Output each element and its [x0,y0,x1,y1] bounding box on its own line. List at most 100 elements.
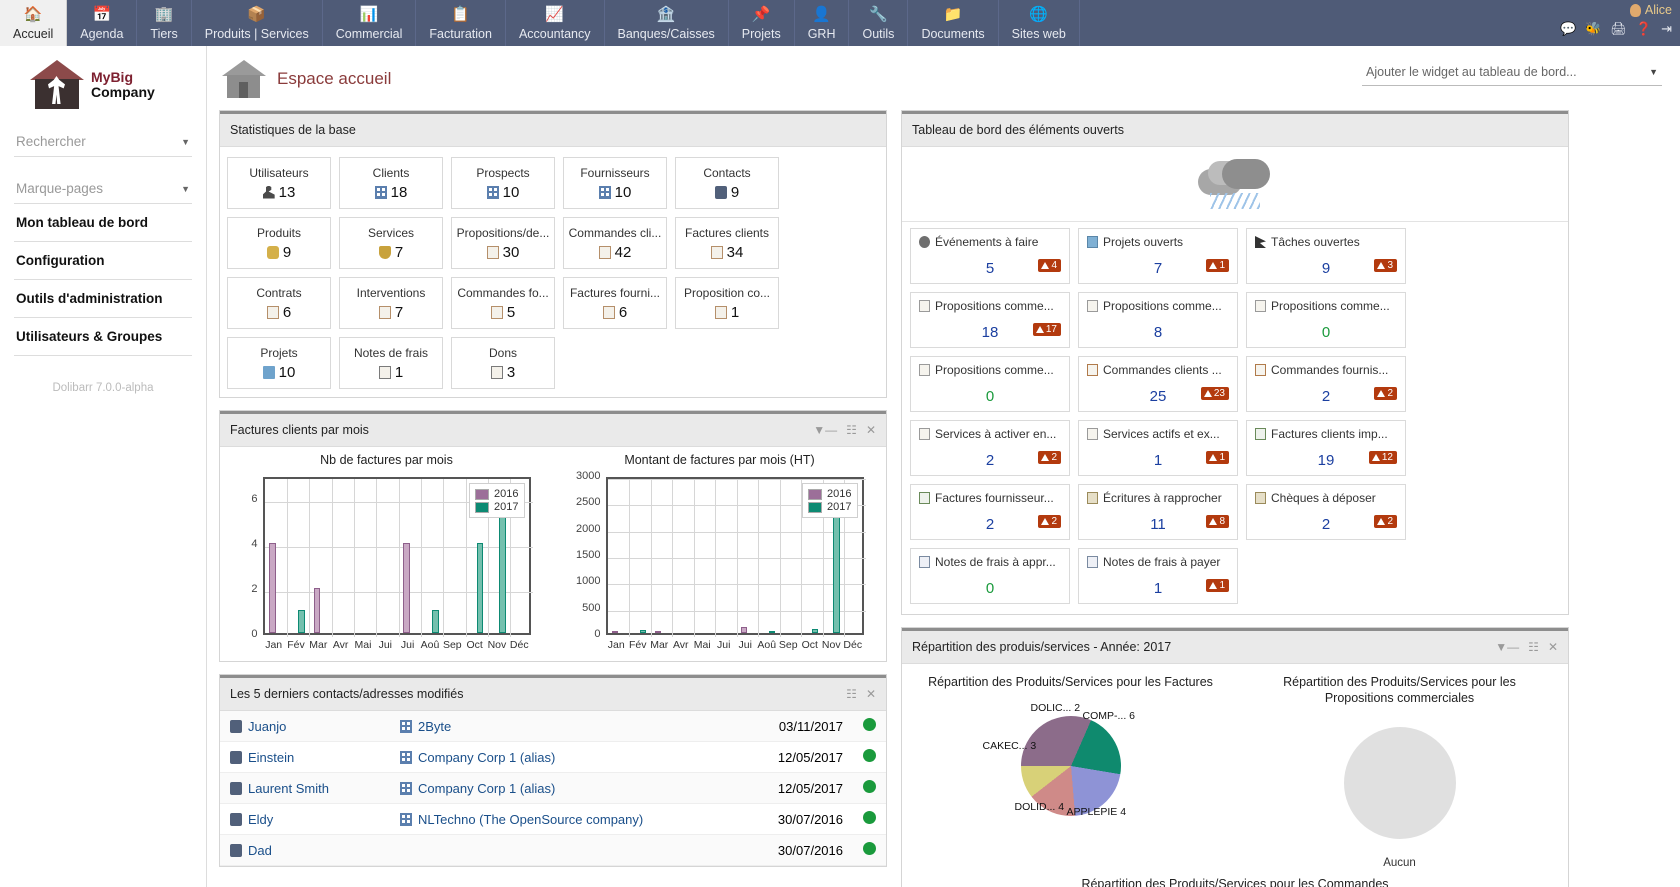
filter-icon[interactable]: ▼— [1495,640,1519,654]
filter-icon[interactable]: ▼— [813,423,837,437]
add-widget-select[interactable]: Ajouter le widget au tableau de bord... … [1362,60,1662,86]
bar[interactable] [432,610,439,633]
close-icon[interactable]: ✕ [866,687,876,701]
top-menu-item-projets[interactable]: 📌Projets [729,0,795,46]
grip-icon[interactable]: ☷ [1528,640,1539,654]
warning-badge[interactable]: 4 [1038,259,1061,272]
warning-badge[interactable]: 17 [1033,323,1061,336]
dashboard-tile[interactable]: Propositions comme...0 [1246,292,1406,348]
sidebar-item-outils-d-administration[interactable]: Outils d'administration [14,280,192,318]
warning-badge[interactable]: 8 [1206,515,1229,528]
top-menu-item-commercial[interactable]: 📊Commercial [323,0,417,46]
stat-box[interactable]: Proposition co...1 [675,277,779,329]
contact-company-link[interactable]: Company Corp 1 (alias) [418,750,555,765]
user-area[interactable]: Alice [1630,3,1672,17]
dashboard-tile[interactable]: Propositions comme...8 [1078,292,1238,348]
bar[interactable] [403,543,410,633]
stat-box[interactable]: Interventions7 [339,277,443,329]
warning-badge[interactable]: 2 [1374,515,1397,528]
stat-box[interactable]: Utilisateurs13 [227,157,331,209]
dashboard-tile[interactable]: Services actifs et ex...11 [1078,420,1238,476]
top-menu-item-facturation[interactable]: 📋Facturation [416,0,506,46]
logout-icon[interactable]: ⇥ [1661,22,1672,35]
stat-box[interactable]: Contrats6 [227,277,331,329]
pie-proposals-chart[interactable] [1235,713,1564,853]
dashboard-tile[interactable]: Événements à faire54 [910,228,1070,284]
warning-badge[interactable]: 1 [1206,579,1229,592]
chat-icon[interactable]: 💬 [1560,22,1576,35]
bookmarks-selector[interactable]: Marque-pages ▼ [14,175,192,204]
table-row[interactable]: EldyNLTechno (The OpenSource company)30/… [220,804,886,835]
dashboard-tile[interactable]: Écritures à rapprocher118 [1078,484,1238,540]
dashboard-tile[interactable]: Propositions comme...0 [910,356,1070,412]
dashboard-tile[interactable]: Factures clients imp...1912 [1246,420,1406,476]
stat-box[interactable]: Factures clients34 [675,217,779,269]
search-input[interactable]: Rechercher ▼ [14,128,192,157]
dashboard-tile[interactable]: Commandes clients ...2523 [1078,356,1238,412]
sidebar-item-utilisateurs-groupes[interactable]: Utilisateurs & Groupes [14,318,192,356]
bar[interactable] [314,588,321,633]
stat-box[interactable]: Fournisseurs10 [563,157,667,209]
top-menu-item-grh[interactable]: 👤GRH [795,0,850,46]
stat-box[interactable]: Services7 [339,217,443,269]
dashboard-tile[interactable]: Notes de frais à appr...0 [910,548,1070,604]
stat-box[interactable]: Projets10 [227,337,331,389]
chart-montant-factures[interactable]: 050010001500200025003000JanFévMarAvrMaiJ… [570,471,870,661]
grip-icon[interactable]: ☷ [846,687,857,701]
top-menu-item-tiers[interactable]: 🏢Tiers [137,0,191,46]
stat-box[interactable]: Clients18 [339,157,443,209]
contact-name-link[interactable]: Eldy [248,812,273,827]
dashboard-tile[interactable]: Factures fournisseur...22 [910,484,1070,540]
stat-box[interactable]: Commandes cli...42 [563,217,667,269]
contact-name-link[interactable]: Dad [248,843,272,858]
bar[interactable] [612,631,618,633]
contact-name-link[interactable]: Juanjo [248,719,286,734]
table-row[interactable]: Dad30/07/2016 [220,835,886,866]
warning-badge[interactable]: 2 [1038,451,1061,464]
contact-company-link[interactable]: Company Corp 1 (alias) [418,781,555,796]
stat-box[interactable]: Notes de frais1 [339,337,443,389]
help-icon[interactable]: ❓ [1636,22,1652,35]
close-icon[interactable]: ✕ [866,423,876,437]
bar[interactable] [477,543,484,633]
top-menu-item-accountancy[interactable]: 📈Accountancy [506,0,605,46]
stat-box[interactable]: Dons3 [451,337,555,389]
top-menu-item-banques-caisses[interactable]: 🏦Banques/Caisses [605,0,729,46]
pie-invoices-chart[interactable]: COMP-... 6APPLEPIE 4DOLID... 4CAKEC... 3… [906,696,1235,836]
dashboard-tile[interactable]: Services à activer en...22 [910,420,1070,476]
bar[interactable] [812,629,818,633]
contact-name-link[interactable]: Einstein [248,750,294,765]
bar[interactable] [741,627,747,633]
warning-badge[interactable]: 12 [1369,451,1397,464]
warning-badge[interactable]: 1 [1206,451,1229,464]
stat-box[interactable]: Commandes fo...5 [451,277,555,329]
close-icon[interactable]: ✕ [1548,640,1558,654]
stat-box[interactable]: Factures fourni...6 [563,277,667,329]
dashboard-tile[interactable]: Chèques à déposer22 [1246,484,1406,540]
company-logo[interactable]: MyBig Company [14,46,192,110]
bar[interactable] [298,610,305,633]
stat-box[interactable]: Propositions/de...30 [451,217,555,269]
table-row[interactable]: Laurent SmithCompany Corp 1 (alias)12/05… [220,773,886,804]
top-menu-item-sites-web[interactable]: 🌐Sites web [999,0,1080,46]
contact-company-link[interactable]: NLTechno (The OpenSource company) [418,812,643,827]
warning-badge[interactable]: 2 [1374,387,1397,400]
dashboard-tile[interactable]: Projets ouverts71 [1078,228,1238,284]
bar[interactable] [655,631,661,633]
top-menu-item-produits-services[interactable]: 📦Produits | Services [192,0,323,46]
bug-icon[interactable]: 🐝 [1585,22,1601,35]
dashboard-tile[interactable]: Notes de frais à payer11 [1078,548,1238,604]
contact-name-link[interactable]: Laurent Smith [248,781,329,796]
stat-box[interactable]: Contacts9 [675,157,779,209]
contact-company-link[interactable]: 2Byte [418,719,451,734]
chart-nb-factures[interactable]: 0246JanFévMarAvrMaiJuiJuiAoûSepOctNovDéc… [237,471,537,661]
top-menu-item-documents[interactable]: 📁Documents [908,0,998,46]
warning-badge[interactable]: 2 [1038,515,1061,528]
grip-icon[interactable]: ☷ [846,423,857,437]
top-menu-item-accueil[interactable]: 🏠Accueil [0,0,67,46]
bar[interactable] [269,543,276,633]
top-menu-item-outils[interactable]: 🔧Outils [849,0,908,46]
bar[interactable] [640,630,646,633]
dashboard-tile[interactable]: Propositions comme...1817 [910,292,1070,348]
stat-box[interactable]: Produits9 [227,217,331,269]
